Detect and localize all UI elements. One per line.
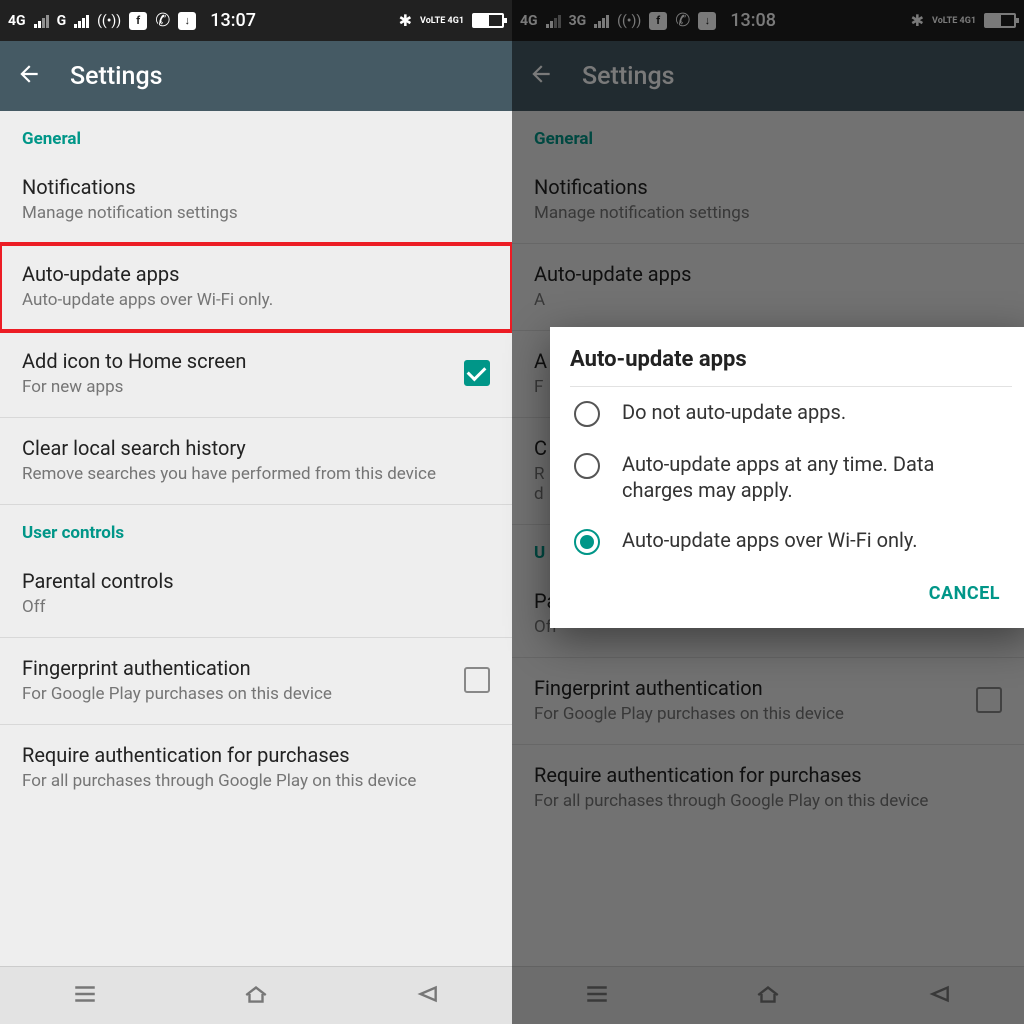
download-icon: ↓ [698, 12, 716, 30]
network-1-label: 4G [520, 13, 538, 29]
whatsapp-icon: ✆ [675, 10, 690, 31]
back-icon[interactable] [16, 61, 42, 91]
nav-bar [0, 966, 512, 1024]
require-auth-sub: For all purchases through Google Play on… [534, 791, 1002, 811]
whatsapp-icon: ✆ [155, 10, 170, 31]
app-bar: Settings [512, 41, 1024, 111]
option-do-not-update[interactable]: Do not auto-update apps. [570, 387, 1012, 439]
notifications-sub: Manage notification settings [534, 203, 1002, 223]
network-1-label: 4G [8, 13, 26, 29]
fingerprint-checkbox [976, 687, 1002, 713]
option-label: Do not auto-update apps. [622, 399, 846, 425]
require-auth-sub: For all purchases through Google Play on… [22, 771, 490, 791]
radio-icon[interactable] [574, 401, 600, 427]
clear-history-sub: Remove searches you have performed from … [22, 464, 490, 484]
battery-icon [472, 13, 504, 28]
clear-history-title: Clear local search history [22, 436, 490, 460]
facebook-icon: f [129, 12, 147, 30]
signal-1-icon [546, 14, 561, 28]
section-general: General [512, 111, 1024, 157]
signal-1-icon [34, 14, 49, 28]
back-nav-icon[interactable] [412, 981, 442, 1011]
screenshot-left: 4G G ((•)) f ✆ ↓ 13:07 ✱ VoLTE 4G1 Setti… [0, 0, 512, 1024]
status-bar: 4G 3G ((•)) f ✆ ↓ 13:08 ✱ VoLTE 4G1 [512, 0, 1024, 41]
battery-icon [984, 13, 1016, 28]
recents-icon[interactable] [70, 981, 100, 1011]
bluetooth-icon: ✱ [911, 11, 924, 30]
auto-update-title: Auto-update apps [534, 262, 1002, 286]
dialog-title: Auto-update apps [570, 347, 1012, 372]
item-auto-update[interactable]: Auto-update apps Auto-update apps over W… [0, 244, 512, 331]
radio-icon[interactable] [574, 453, 600, 479]
volte-icon: VoLTE 4G1 [932, 17, 976, 25]
bluetooth-icon: ✱ [399, 11, 412, 30]
parental-title: Parental controls [22, 569, 490, 593]
fingerprint-checkbox[interactable] [464, 667, 490, 693]
home-icon[interactable] [241, 981, 271, 1011]
item-auto-update: Auto-update apps A [512, 244, 1024, 331]
fingerprint-title: Fingerprint authentication [22, 656, 448, 680]
item-parental[interactable]: Parental controls Off [0, 551, 512, 638]
cancel-button[interactable]: CANCEL [917, 573, 1012, 614]
back-nav-icon[interactable] [924, 981, 954, 1011]
section-general: General [0, 111, 512, 157]
item-fingerprint: Fingerprint authentication For Google Pla… [512, 658, 1024, 745]
page-title: Settings [582, 62, 675, 91]
fingerprint-title: Fingerprint authentication [534, 676, 960, 700]
item-fingerprint[interactable]: Fingerprint authentication For Google Pl… [0, 638, 512, 725]
auto-update-dialog: Auto-update apps Do not auto-update apps… [550, 327, 1024, 628]
status-time: 13:08 [730, 10, 776, 31]
status-time: 13:07 [210, 10, 256, 31]
require-auth-title: Require authentication for purchases [534, 763, 1002, 787]
notifications-sub: Manage notification settings [22, 203, 490, 223]
recents-icon[interactable] [582, 981, 612, 1011]
app-bar: Settings [0, 41, 512, 111]
require-auth-title: Require authentication for purchases [22, 743, 490, 767]
hotspot-icon: ((•)) [97, 13, 121, 29]
item-require-auth[interactable]: Require authentication for purchases For… [0, 725, 512, 811]
signal-2-icon [74, 14, 89, 28]
section-user-controls: User controls [0, 505, 512, 551]
item-add-icon[interactable]: Add icon to Home screen For new apps [0, 331, 512, 418]
download-icon: ↓ [178, 12, 196, 30]
add-icon-sub: For new apps [22, 377, 448, 397]
add-icon-title: Add icon to Home screen [22, 349, 448, 373]
notifications-title: Notifications [534, 175, 1002, 199]
auto-update-title: Auto-update apps [22, 262, 490, 286]
item-clear-history[interactable]: Clear local search history Remove search… [0, 418, 512, 505]
network-2-label: G [57, 13, 67, 29]
option-wifi-only[interactable]: Auto-update apps over Wi-Fi only. [570, 515, 1012, 567]
hotspot-icon: ((•)) [617, 13, 641, 29]
radio-icon[interactable] [574, 529, 600, 555]
fingerprint-sub: For Google Play purchases on this device [534, 704, 960, 724]
screenshot-right: 4G 3G ((•)) f ✆ ↓ 13:08 ✱ VoLTE 4G1 Sett… [512, 0, 1024, 1024]
item-require-auth: Require authentication for purchases For … [512, 745, 1024, 831]
volte-icon: VoLTE 4G1 [420, 17, 464, 25]
option-label: Auto-update apps at any time. Data charg… [622, 451, 1008, 503]
page-title: Settings [70, 62, 163, 91]
item-notifications: Notifications Manage notification setting… [512, 157, 1024, 244]
fingerprint-sub: For Google Play purchases on this device [22, 684, 448, 704]
auto-update-sub: Auto-update apps over Wi-Fi only. [22, 290, 490, 310]
option-label: Auto-update apps over Wi-Fi only. [622, 527, 918, 553]
back-icon[interactable] [528, 61, 554, 91]
option-any-time[interactable]: Auto-update apps at any time. Data charg… [570, 439, 1012, 515]
auto-update-sub: A [534, 290, 1002, 310]
notifications-title: Notifications [22, 175, 490, 199]
parental-sub: Off [22, 597, 490, 617]
nav-bar [512, 966, 1024, 1024]
item-notifications[interactable]: Notifications Manage notification settin… [0, 157, 512, 244]
settings-list[interactable]: General Notifications Manage notificatio… [0, 111, 512, 966]
add-icon-checkbox[interactable] [464, 360, 490, 386]
home-icon[interactable] [753, 981, 783, 1011]
network-2-label: 3G [569, 13, 587, 29]
status-bar: 4G G ((•)) f ✆ ↓ 13:07 ✱ VoLTE 4G1 [0, 0, 512, 41]
facebook-icon: f [649, 12, 667, 30]
signal-2-icon [594, 14, 609, 28]
